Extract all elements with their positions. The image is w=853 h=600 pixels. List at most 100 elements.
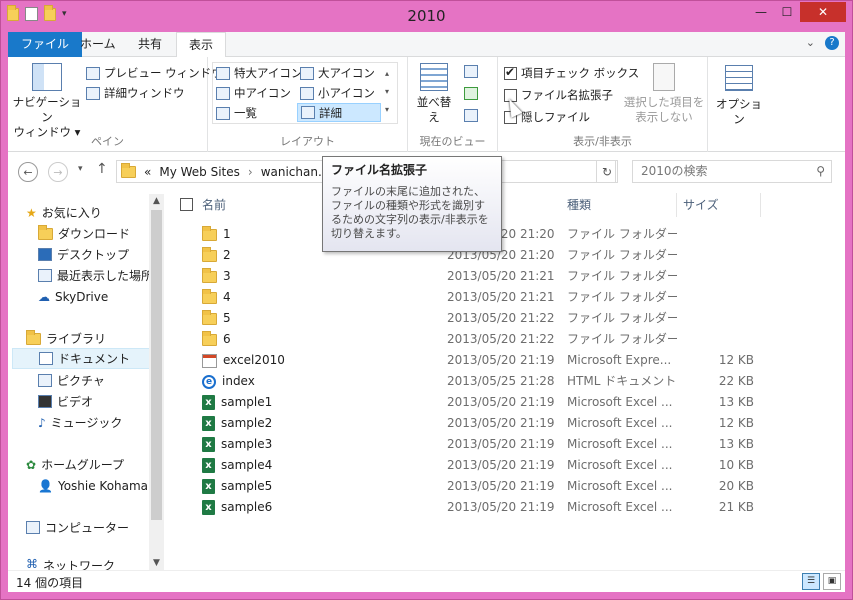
file-name-cell[interactable]: 4: [202, 287, 432, 308]
scroll-down-icon[interactable]: ▼: [149, 556, 164, 570]
layout-medium-icons[interactable]: 中アイコン: [216, 85, 291, 101]
folder-icon[interactable]: [7, 4, 19, 21]
layout-small-icons[interactable]: 小アイコン: [300, 85, 375, 101]
file-date-cell: 2013/05/20 21:19: [447, 458, 555, 472]
search-input[interactable]: 2010の検索 ⚲: [632, 160, 832, 183]
select-all-checkbox[interactable]: [180, 198, 193, 211]
table-row[interactable]: 3 2013/05/20 21:21 ファイル フォルダー: [168, 266, 788, 287]
file-date-cell: 2013/05/20 21:22: [447, 311, 555, 325]
ribbon-controls: ⌄ ?: [806, 36, 839, 50]
file-name-cell[interactable]: 6: [202, 329, 432, 350]
tab-home[interactable]: ホーム: [68, 32, 128, 57]
navigation-pane-button[interactable]: ナビゲーション ウィンドウ ▾: [12, 63, 82, 140]
options-icon: [725, 65, 753, 91]
file-name-cell[interactable]: x sample1: [202, 392, 432, 413]
table-row[interactable]: x sample1 2013/05/20 21:19 Microsoft Excel …: [168, 392, 788, 413]
preview-pane-button[interactable]: プレビュー ウィンドウ: [86, 65, 223, 81]
hide-selected-button[interactable]: 選択した項目を 表示しない: [622, 63, 706, 125]
file-name-cell[interactable]: x sample6: [202, 497, 432, 518]
ribbon-collapse-icon[interactable]: ⌄: [806, 36, 815, 50]
file-name-cell[interactable]: e index: [202, 371, 432, 392]
item-checkboxes-checkbox[interactable]: [504, 65, 517, 80]
video-icon: [38, 395, 52, 408]
group-by-icon[interactable]: [464, 65, 478, 78]
recent-locations-dropdown[interactable]: ▾: [78, 164, 83, 174]
table-row[interactable]: x sample3 2013/05/20 21:19 Microsoft Excel …: [168, 434, 788, 455]
up-button[interactable]: ↑: [96, 161, 108, 177]
refresh-button[interactable]: ↻: [596, 160, 618, 183]
table-row[interactable]: x sample4 2013/05/20 21:19 Microsoft Excel …: [168, 455, 788, 476]
layout-gallery-scroll[interactable]: ▴ ▾ ▾: [385, 65, 389, 119]
new-folder-icon[interactable]: [44, 4, 56, 21]
cloud-icon: ☁: [38, 289, 50, 304]
nav-favorites[interactable]: ★ お気に入り: [26, 202, 167, 223]
excel-icon: x: [202, 458, 215, 473]
maximize-button[interactable]: ☐: [774, 2, 800, 22]
download-icon: [38, 224, 53, 240]
layout-extra-large-icons[interactable]: 特大アイコン: [216, 65, 302, 81]
folder-icon: [202, 246, 217, 262]
add-columns-icon[interactable]: [464, 87, 478, 100]
file-name-cell[interactable]: x sample2: [202, 413, 432, 434]
expression-icon: [202, 353, 217, 368]
nav-scrollbar-thumb[interactable]: [151, 210, 162, 520]
minimize-button[interactable]: —: [748, 2, 774, 22]
item-checkboxes-toggle[interactable]: 項目チェック ボックス: [504, 65, 639, 81]
nav-computer[interactable]: コンピューター: [26, 517, 167, 538]
layout-details[interactable]: 詳細: [297, 103, 381, 122]
column-type[interactable]: 種類: [561, 193, 677, 217]
tab-share[interactable]: 共有: [126, 32, 174, 57]
size-columns-icon[interactable]: [464, 109, 478, 122]
layout-list[interactable]: 一覧: [216, 105, 257, 121]
nav-libraries[interactable]: ライブラリ: [26, 328, 167, 349]
layout-large-icons[interactable]: 大アイコン: [300, 65, 375, 81]
table-row[interactable]: 4 2013/05/20 21:21 ファイル フォルダー: [168, 287, 788, 308]
tab-view[interactable]: 表示: [176, 32, 227, 58]
breadcrumb-wanichan[interactable]: wanichan.c: [261, 165, 329, 179]
group-label-layout: レイアウト: [280, 135, 335, 148]
details-view-icon[interactable]: ☰: [802, 573, 820, 590]
table-row[interactable]: x sample2 2013/05/20 21:19 Microsoft Excel …: [168, 413, 788, 434]
table-row[interactable]: 5 2013/05/20 21:22 ファイル フォルダー: [168, 308, 788, 329]
forward-button[interactable]: →: [48, 162, 68, 182]
table-row[interactable]: excel2010 2013/05/20 21:19 Microsoft Expre…: [168, 350, 788, 371]
large-icons-view-icon[interactable]: ▣: [823, 573, 841, 590]
file-size-cell: 13 KB: [718, 437, 754, 451]
scroll-up-icon[interactable]: ▲: [149, 194, 164, 208]
close-button[interactable]: ✕: [800, 2, 846, 22]
nav-homegroup[interactable]: ✿ ホームグループ: [26, 454, 167, 475]
file-name-cell[interactable]: x sample3: [202, 434, 432, 455]
breadcrumb-overflow[interactable]: «: [144, 165, 151, 179]
large-icons-icon: [300, 66, 314, 80]
file-size-cell: [683, 224, 754, 245]
navigation-pane-icon: [32, 63, 62, 91]
details-pane-button[interactable]: 詳細ウィンドウ: [86, 85, 185, 101]
file-extensions-toggle[interactable]: ファイル名拡張子: [504, 87, 613, 103]
options-button[interactable]: オプション: [712, 65, 766, 127]
breadcrumb-my-web-sites[interactable]: My Web Sites: [159, 165, 240, 179]
table-row[interactable]: 6 2013/05/20 21:22 ファイル フォルダー: [168, 329, 788, 350]
excel-icon: x: [202, 479, 215, 494]
medium-icons-icon: [216, 86, 230, 100]
nav-network[interactable]: ⌘ ネットワーク: [26, 557, 167, 570]
nav-scrollbar[interactable]: ▲ ▼: [149, 194, 164, 570]
file-name-cell[interactable]: excel2010: [202, 350, 432, 371]
table-row[interactable]: x sample5 2013/05/20 21:19 Microsoft Excel …: [168, 476, 788, 497]
nav-documents[interactable]: ドキュメント: [12, 348, 153, 369]
table-row[interactable]: e index 2013/05/25 21:28 HTML ドキュメント 22 KB: [168, 371, 788, 392]
file-name-cell[interactable]: 3: [202, 266, 432, 287]
file-name-cell[interactable]: x sample4: [202, 455, 432, 476]
properties-icon[interactable]: [25, 7, 38, 21]
file-date-cell: 2013/05/20 21:21: [447, 290, 555, 304]
sort-by-button[interactable]: 並べ替え: [412, 63, 456, 125]
help-icon[interactable]: ?: [825, 36, 839, 50]
table-row[interactable]: x sample6 2013/05/20 21:19 Microsoft Excel …: [168, 497, 788, 518]
search-icon: ⚲: [816, 164, 825, 178]
back-button[interactable]: ←: [18, 162, 38, 182]
column-size[interactable]: サイズ: [677, 193, 761, 217]
file-size-cell: [683, 266, 754, 287]
file-name-cell[interactable]: 5: [202, 308, 432, 329]
file-name-cell[interactable]: x sample5: [202, 476, 432, 497]
file-type-cell: HTML ドキュメント: [567, 374, 677, 388]
customize-dropdown-icon[interactable]: ▾: [62, 9, 67, 19]
